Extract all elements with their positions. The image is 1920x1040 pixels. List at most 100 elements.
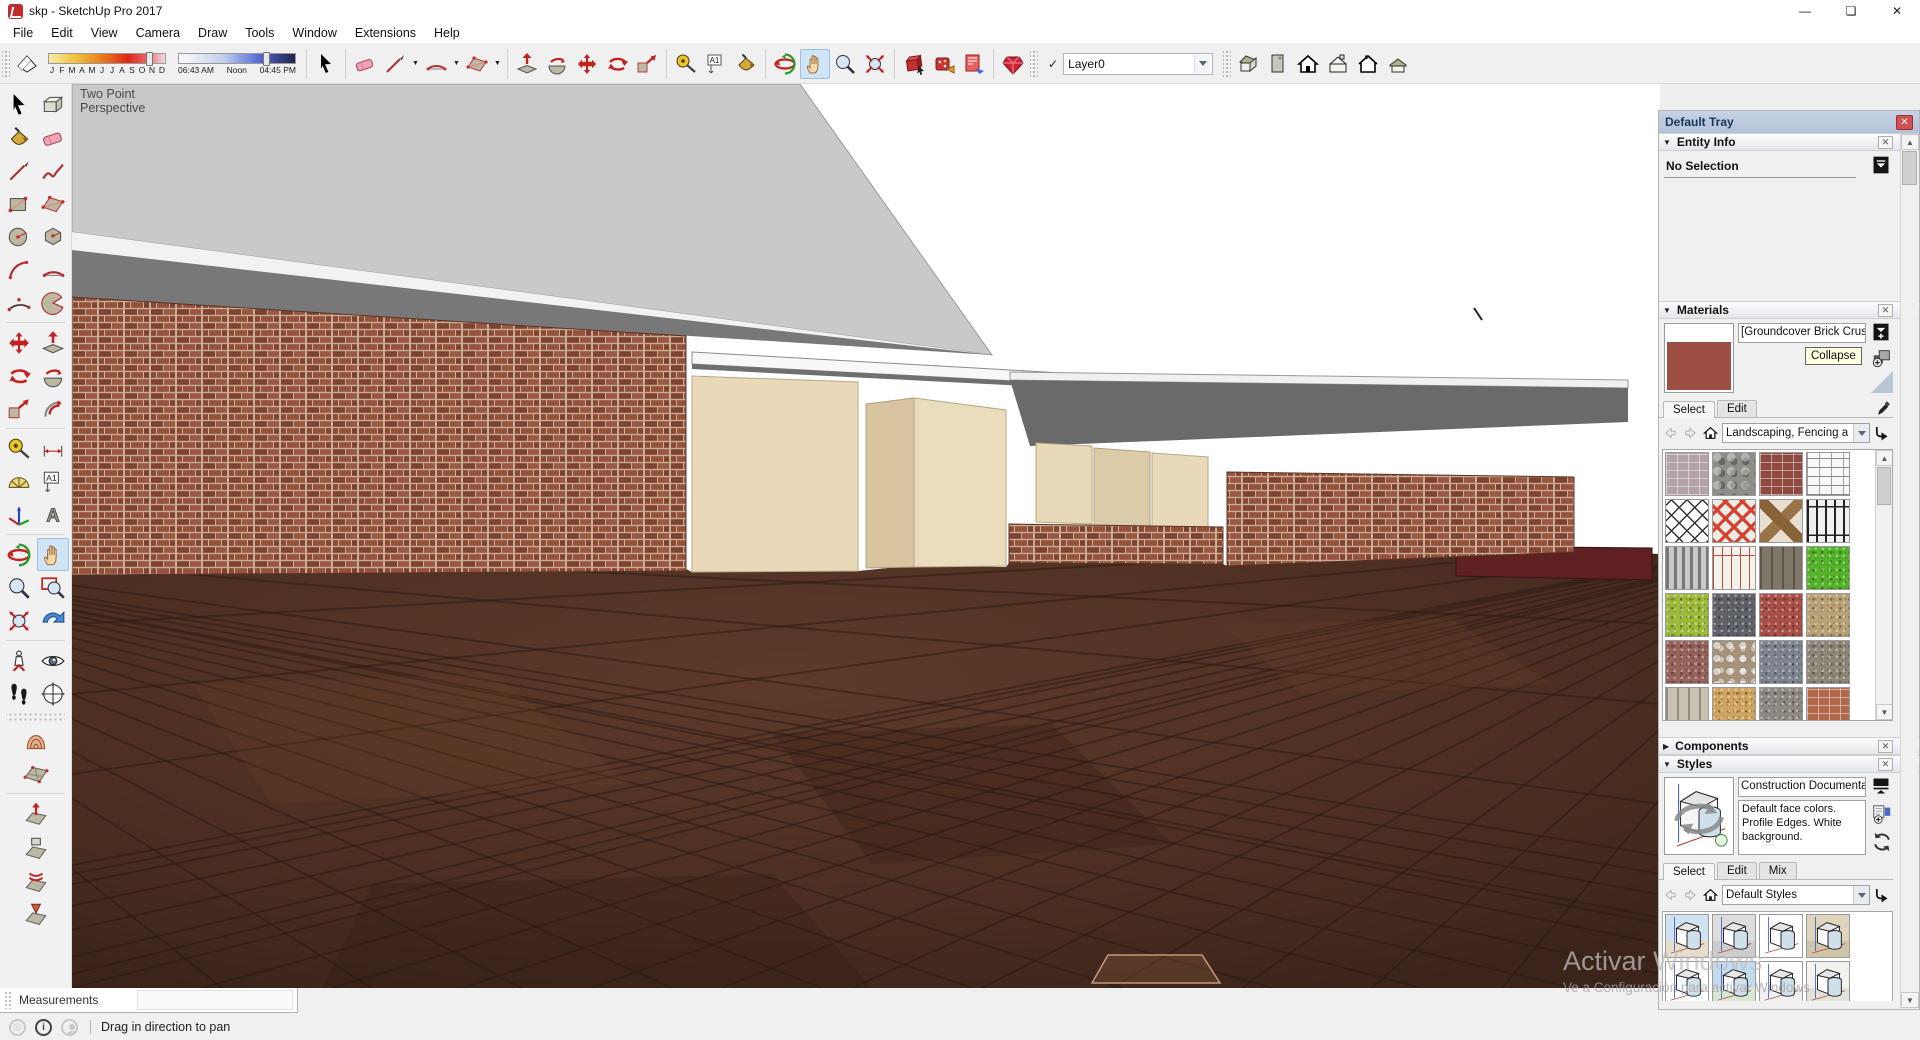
style-swatch[interactable]: [1712, 961, 1756, 1001]
tool-3d-text-button[interactable]: A: [37, 498, 69, 531]
material-swatch[interactable]: [1665, 593, 1709, 637]
material-swatch[interactable]: [1759, 593, 1803, 637]
tool-eraser-button[interactable]: [350, 49, 380, 79]
tray-title-bar[interactable]: Default Tray ✕: [1659, 111, 1919, 133]
menu-camera[interactable]: Camera: [127, 24, 189, 42]
update-style-icon[interactable]: [1871, 831, 1893, 853]
tool-select-button[interactable]: [3, 88, 35, 121]
tool-push-pull-button[interactable]: [512, 49, 542, 79]
info-icon[interactable]: i: [35, 1019, 52, 1036]
menu-file[interactable]: File: [4, 24, 42, 42]
styles-header[interactable]: ▼ Styles ✕: [1659, 755, 1919, 773]
tool-rotated-rectangle-button[interactable]: [37, 187, 69, 220]
tool-zoom-window-button[interactable]: [37, 571, 69, 604]
material-swatch[interactable]: [1806, 687, 1850, 721]
tool-line-button[interactable]: [3, 154, 35, 187]
tool-stamp-button[interactable]: [20, 830, 52, 863]
tool-left-view-button[interactable]: [1353, 49, 1383, 79]
tool-back-view-button[interactable]: [1323, 49, 1353, 79]
tool-scale-button[interactable]: [3, 392, 35, 425]
forward-arrow-icon[interactable]: [1682, 887, 1699, 903]
tool-add-detail-button[interactable]: [20, 896, 52, 929]
material-swatch[interactable]: [1759, 452, 1803, 496]
entity-info-header[interactable]: ▼ Entity Info ✕: [1659, 133, 1919, 151]
materials-tab-edit[interactable]: Edit: [1717, 400, 1757, 417]
tool-pan-button[interactable]: [800, 49, 830, 79]
menu-edit[interactable]: Edit: [42, 24, 82, 42]
materials-collection-dropdown[interactable]: Landscaping, Fencing a: [1722, 423, 1870, 443]
tool-section-plane-button[interactable]: [37, 677, 69, 710]
materials-close-button[interactable]: ✕: [1878, 304, 1893, 317]
tool-rotate-button[interactable]: [602, 49, 632, 79]
tray-scrollbar[interactable]: ▲ ▼: [1900, 134, 1918, 1008]
material-swatch[interactable]: [1712, 687, 1756, 721]
tool-freehand-button[interactable]: [37, 154, 69, 187]
material-swatch[interactable]: [1759, 687, 1803, 721]
tool-circle-button[interactable]: [3, 220, 35, 253]
material-swatch[interactable]: [1665, 499, 1709, 543]
tool-previous-button[interactable]: [37, 604, 69, 637]
tool-three-point-arc-button[interactable]: [3, 286, 35, 319]
dropdown-arrow-icon[interactable]: [1194, 55, 1211, 73]
tool-position-camera-button[interactable]: [3, 644, 35, 677]
dropdown-arrow-icon[interactable]: [1853, 424, 1869, 442]
components-header[interactable]: ▶ Components ✕: [1659, 737, 1919, 755]
tool-right-view-button[interactable]: [1383, 49, 1413, 79]
restore-button[interactable]: ❏: [1828, 0, 1874, 22]
material-swatch[interactable]: [1806, 546, 1850, 590]
tool-offset-button[interactable]: [37, 392, 69, 425]
styles-close-button[interactable]: ✕: [1878, 758, 1893, 771]
shadow-date-slider[interactable]: JFMAMJJASOND: [48, 53, 166, 75]
scrollbar-thumb[interactable]: [1902, 151, 1917, 185]
tool-follow-me-button[interactable]: [37, 359, 69, 392]
scroll-down-icon[interactable]: ▼: [1901, 992, 1919, 1008]
tool-text-button[interactable]: A1: [37, 465, 69, 498]
styles-tab-mix[interactable]: Mix: [1759, 862, 1797, 879]
back-arrow-icon[interactable]: [1662, 425, 1679, 441]
date-slider-thumb[interactable]: [146, 52, 153, 66]
tool-two-point-arc-dropdown-icon[interactable]: ▼: [451, 49, 462, 79]
in-model-arrow-icon[interactable]: [1873, 425, 1890, 441]
style-swatch[interactable]: [1665, 961, 1709, 1001]
style-swatch[interactable]: [1712, 914, 1756, 958]
scrollbar-thumb[interactable]: [1877, 467, 1891, 505]
tool-zoom-extents-button[interactable]: [860, 49, 890, 79]
layer-dropdown[interactable]: Layer0: [1063, 53, 1213, 75]
dropdown-arrow-icon[interactable]: [1853, 886, 1869, 904]
current-style-name[interactable]: Construction Documentatio: [1738, 777, 1866, 797]
materials-scrollbar[interactable]: ▲ ▼: [1875, 450, 1892, 720]
forward-arrow-icon[interactable]: [1682, 425, 1699, 441]
material-swatch[interactable]: [1806, 499, 1850, 543]
tool-rotated-rectangle-dropdown-icon[interactable]: ▼: [492, 49, 503, 79]
tool-walk-button[interactable]: [3, 677, 35, 710]
style-swatch[interactable]: [1806, 914, 1850, 958]
entity-info-close-button[interactable]: ✕: [1878, 136, 1893, 149]
tool-smoove-button[interactable]: [20, 797, 52, 830]
tool-move-button[interactable]: [572, 49, 602, 79]
tool-from-contours-button[interactable]: [20, 724, 52, 757]
home-icon[interactable]: [1702, 425, 1719, 441]
tool-zoom-extents-button[interactable]: [3, 604, 35, 637]
material-details-toggle-icon[interactable]: [1871, 322, 1891, 342]
toolbar-drag-handle[interactable]: [1223, 49, 1231, 79]
materials-tab-select[interactable]: Select: [1663, 401, 1715, 418]
back-arrow-icon[interactable]: [1662, 887, 1679, 903]
tool-pan-button[interactable]: [37, 538, 69, 571]
tool-scale-button[interactable]: [632, 49, 662, 79]
tool-protractor-button[interactable]: [3, 465, 35, 498]
tool-move-button[interactable]: [3, 326, 35, 359]
menu-tools[interactable]: Tools: [236, 24, 283, 42]
tool-polygon-button[interactable]: [37, 220, 69, 253]
toolbar-drag-handle[interactable]: [2, 49, 10, 79]
tool-iso-view-button[interactable]: [1233, 49, 1263, 79]
material-swatch[interactable]: [1712, 546, 1756, 590]
account-icon[interactable]: [61, 1019, 78, 1036]
tool-look-around-button[interactable]: [37, 644, 69, 677]
tray-close-button[interactable]: ✕: [1896, 115, 1913, 130]
tool-push-pull-button[interactable]: [37, 326, 69, 359]
material-swatch[interactable]: [1712, 499, 1756, 543]
drag-handle[interactable]: [4, 991, 11, 1009]
tool-tape-measure-button[interactable]: [3, 432, 35, 465]
tool-top-view-button[interactable]: [1263, 49, 1293, 79]
tool-extension-warehouse-button[interactable]: [998, 49, 1028, 79]
